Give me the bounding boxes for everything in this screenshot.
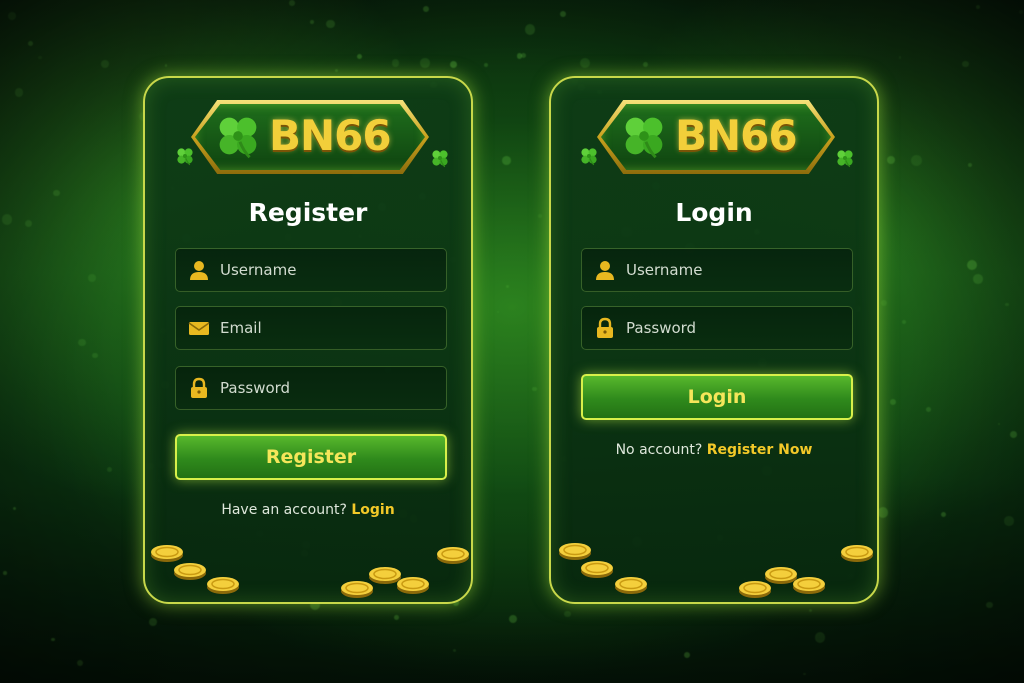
logo-text: BN66 (269, 111, 392, 160)
register-email-field[interactable] (175, 306, 447, 350)
login-username-input[interactable] (626, 261, 846, 279)
clover-decoration-icon (431, 149, 449, 168)
register-panel: BN66 Register Register Have an account? … (143, 76, 473, 604)
brand-logo: BN66 (597, 100, 835, 174)
register-username-input[interactable] (220, 261, 440, 279)
login-username-field[interactable] (581, 248, 853, 292)
register-switch-line: Have an account? Login (145, 502, 471, 518)
logo-text: BN66 (675, 111, 798, 160)
login-button[interactable]: Login (581, 374, 853, 420)
user-icon (190, 261, 208, 280)
register-password-field[interactable] (175, 366, 447, 410)
login-link[interactable]: Login (351, 502, 394, 518)
envelope-icon (188, 322, 210, 335)
login-switch-line: No account? Register Now (551, 442, 877, 458)
login-switch-prompt: No account? (615, 442, 703, 458)
clover-decoration-icon (836, 149, 854, 168)
register-password-input[interactable] (220, 379, 440, 397)
register-switch-prompt: Have an account? (221, 502, 347, 518)
login-password-input[interactable] (626, 319, 846, 337)
login-panel: BN66 Login Login No account? Register No… (549, 76, 879, 604)
brand-logo: BN66 (191, 100, 429, 174)
clover-decoration-icon (176, 147, 194, 166)
register-username-field[interactable] (175, 248, 447, 292)
gold-coins-decoration (558, 542, 874, 599)
clover-decoration-icon (580, 147, 598, 166)
gold-coins-decoration (150, 544, 470, 599)
register-button[interactable]: Register (175, 434, 447, 480)
lock-icon (597, 317, 613, 338)
register-now-link[interactable]: Register Now (707, 442, 813, 458)
four-leaf-clover-icon (624, 116, 664, 159)
lock-icon (191, 377, 207, 398)
login-title: Login (675, 198, 753, 227)
login-password-field[interactable] (581, 306, 853, 350)
four-leaf-clover-icon (218, 116, 258, 159)
register-email-input[interactable] (220, 319, 440, 337)
register-title: Register (248, 198, 368, 227)
user-icon (596, 261, 614, 280)
